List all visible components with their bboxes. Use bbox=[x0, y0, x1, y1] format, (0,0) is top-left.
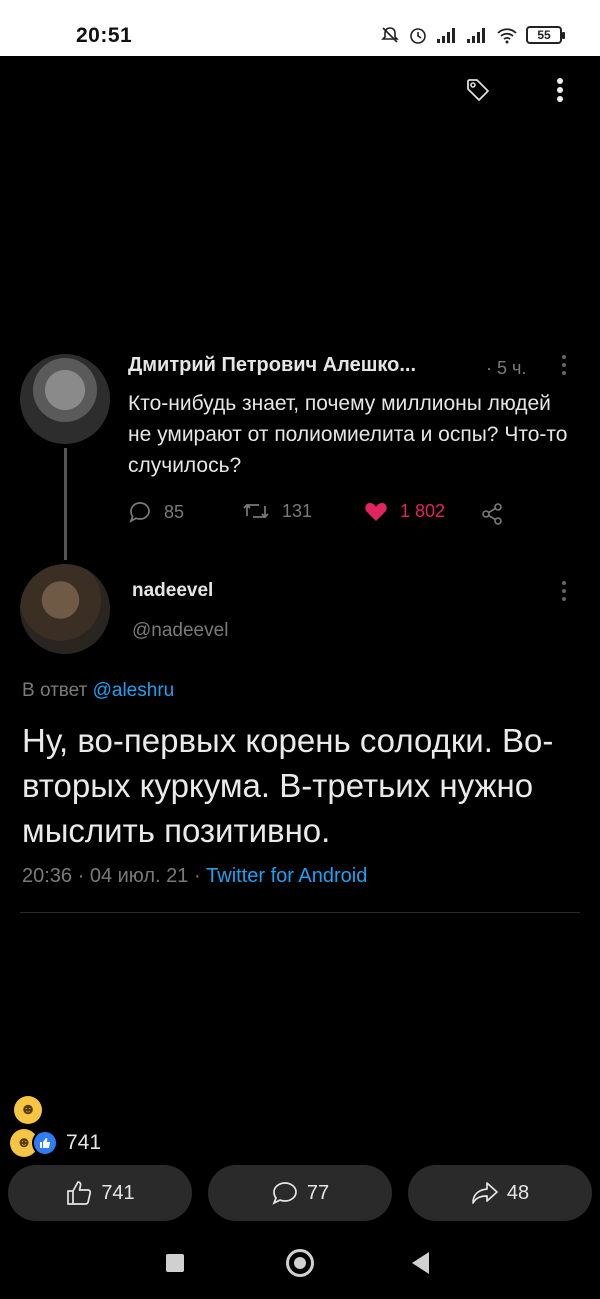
tweet-meta: 20:36 · 04 июл. 21 · Twitter for Android bbox=[22, 865, 368, 887]
retweet-count: 131 bbox=[242, 500, 312, 522]
status-bar: 20:51 55 bbox=[0, 0, 600, 56]
thumbs-up-icon bbox=[67, 1181, 92, 1205]
home-button[interactable] bbox=[286, 1249, 314, 1277]
comment-icon bbox=[272, 1182, 297, 1205]
like-count: 1 802 bbox=[364, 500, 445, 522]
comment-button[interactable]: 77 bbox=[208, 1165, 392, 1221]
comment-icon bbox=[129, 502, 150, 523]
alarm-icon bbox=[410, 28, 426, 44]
more-vertical-icon bbox=[562, 355, 566, 375]
reaction-count: 741 bbox=[66, 1131, 102, 1154]
wifi-icon bbox=[497, 28, 517, 44]
like-button[interactable]: 741 bbox=[8, 1165, 192, 1221]
avatar bbox=[20, 354, 110, 444]
share-button[interactable]: 48 bbox=[408, 1165, 592, 1221]
reply-count: 85 bbox=[128, 500, 184, 524]
reply-tweet-text: Ну, во-первых корень солодки. Во-вторых … bbox=[22, 722, 554, 849]
like-reaction-icon bbox=[32, 1130, 58, 1156]
tweet-actions: 85 131 1 802 bbox=[128, 500, 528, 530]
post-actions: 741 77 48 bbox=[8, 1165, 592, 1221]
share-icon bbox=[482, 503, 502, 525]
top-actions bbox=[460, 72, 578, 108]
grin-emoji-icon: ☻ bbox=[14, 1096, 42, 1124]
tweet-screenshot: Дмитрий Петрович Алешко... · 5 ч. Кто-ни… bbox=[0, 330, 600, 930]
status-icons: 55 bbox=[380, 24, 565, 46]
original-tweet-text: Кто-нибудь знает, почему миллионы людей … bbox=[128, 392, 568, 477]
heart-icon bbox=[365, 503, 387, 521]
reactions-summary[interactable]: ☻ 741 bbox=[10, 1128, 101, 1158]
avatar bbox=[20, 564, 110, 654]
reply-author-name: nadeevel bbox=[132, 580, 214, 601]
mute-icon bbox=[381, 27, 399, 43]
tag-icon[interactable] bbox=[460, 72, 496, 108]
signal-icon bbox=[467, 28, 485, 43]
share-arrow-icon bbox=[472, 1182, 498, 1204]
battery-icon: 55 bbox=[526, 26, 565, 44]
recent-apps-button[interactable] bbox=[166, 1254, 184, 1272]
reply-to-line: В ответ @aleshru bbox=[22, 680, 175, 701]
reply-author-handle: @nadeevel bbox=[132, 620, 229, 641]
original-author: Дмитрий Петрович Алешко... bbox=[128, 354, 417, 376]
original-time: · 5 ч. bbox=[486, 358, 527, 378]
divider bbox=[20, 912, 580, 913]
status-time: 20:51 bbox=[76, 24, 133, 47]
signal-icon bbox=[437, 28, 455, 43]
retweet-icon bbox=[243, 503, 269, 519]
tweet-source: Twitter for Android bbox=[206, 865, 368, 887]
thread-line bbox=[64, 448, 67, 560]
system-nav-bar bbox=[0, 1238, 600, 1299]
back-button[interactable] bbox=[412, 1252, 429, 1274]
more-vertical-icon[interactable] bbox=[542, 72, 578, 108]
more-vertical-icon bbox=[562, 581, 566, 601]
reply-to-mention: @aleshru bbox=[92, 680, 175, 701]
